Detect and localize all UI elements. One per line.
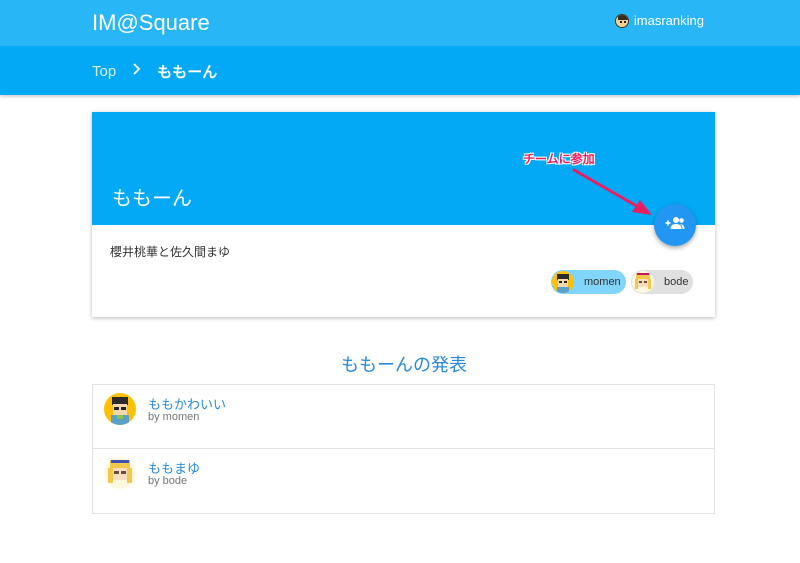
presentation-author: by bode — [148, 475, 188, 487]
avatar — [104, 457, 136, 489]
presentations-list: ももかわいい by momen ももまゆ by bode — [92, 384, 715, 514]
avatar — [104, 393, 136, 425]
list-item[interactable]: ももまゆ by bode — [93, 449, 714, 513]
presentation-author: by momen — [148, 411, 200, 423]
list-item[interactable]: ももかわいい by momen — [93, 385, 714, 449]
presentations-heading: ももーんの発表 — [341, 355, 467, 375]
